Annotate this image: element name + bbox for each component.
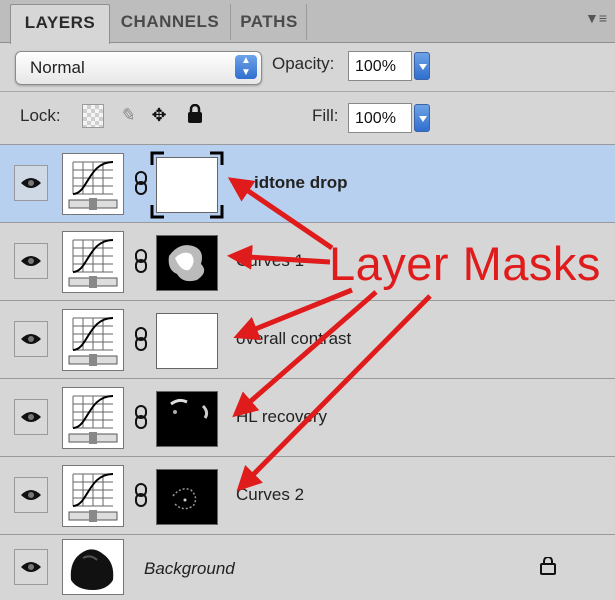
- layer-row-background[interactable]: Background: [0, 534, 615, 600]
- layer-row-hl-recovery[interactable]: HL recovery: [0, 378, 615, 456]
- mask-link-chain-icon[interactable]: [134, 483, 148, 507]
- curves-adjustment-thumbnail-icon[interactable]: [62, 231, 124, 293]
- select-stepper-icon: ▲ ▼: [235, 55, 257, 79]
- tab-channels[interactable]: CHANNELS: [110, 4, 231, 40]
- panel-tab-bar: LAYERS CHANNELS PATHS ▼≡: [0, 0, 615, 44]
- mask-selected-brackets: [150, 151, 224, 219]
- layer-name: Curves 2: [236, 485, 305, 504]
- lock-all-icon[interactable]: [184, 103, 206, 128]
- fill-field[interactable]: 100%: [348, 103, 412, 133]
- lock-transparent-pixels-icon[interactable]: [82, 104, 104, 128]
- lock-position-icon[interactable]: ✥: [148, 104, 170, 128]
- layer-mask-thumbnail[interactable]: [156, 313, 218, 369]
- layer-name: HL recovery: [236, 407, 328, 426]
- layer-row-midtone-drop[interactable]: idtone drop: [0, 144, 615, 222]
- curves-adjustment-thumbnail-icon[interactable]: [62, 309, 124, 371]
- annotation-label: Layer Masks: [329, 237, 601, 290]
- lock-label: Lock:: [20, 106, 61, 125]
- layer-name: Curves 1: [236, 251, 305, 270]
- visibility-eye-icon[interactable]: [14, 549, 48, 585]
- fill-label: Fill:: [312, 106, 339, 125]
- lock-row: Lock: ✎ ✥ Fill: 100%: [0, 91, 615, 144]
- blend-mode-select[interactable]: Normal ▲ ▼: [15, 51, 262, 85]
- layer-row-overall-contrast[interactable]: overall contrast: [0, 300, 615, 378]
- visibility-eye-icon[interactable]: [14, 477, 48, 513]
- layer-mask-thumbnail[interactable]: [156, 469, 218, 525]
- layer-lock-icon: [540, 557, 556, 575]
- visibility-eye-icon[interactable]: [14, 321, 48, 357]
- layer-mask-thumbnail[interactable]: [156, 235, 218, 291]
- mask-link-chain-icon[interactable]: [134, 249, 148, 273]
- tab-paths[interactable]: PATHS: [232, 4, 307, 40]
- visibility-eye-icon[interactable]: [14, 243, 48, 279]
- curves-adjustment-thumbnail-icon[interactable]: [62, 465, 124, 527]
- opacity-label: Opacity:: [272, 54, 335, 73]
- mask-link-chain-icon[interactable]: [134, 327, 148, 351]
- lock-image-pixels-icon[interactable]: ✎: [116, 104, 138, 128]
- layer-name: overall contrast: [236, 329, 352, 348]
- opacity-dropdown-icon[interactable]: [414, 52, 430, 80]
- visibility-eye-icon[interactable]: [14, 165, 48, 201]
- layer-name: idtone drop: [254, 173, 348, 192]
- blend-mode-value: Normal: [30, 58, 85, 77]
- blend-row: Normal ▲ ▼ Opacity: 100%: [0, 43, 615, 91]
- tab-layers[interactable]: LAYERS: [10, 4, 110, 44]
- background-image-thumbnail[interactable]: [62, 539, 124, 595]
- mask-link-chain-icon[interactable]: [134, 405, 148, 429]
- curves-adjustment-thumbnail-icon[interactable]: [62, 153, 124, 215]
- mask-link-chain-icon[interactable]: [134, 171, 148, 195]
- opacity-field[interactable]: 100%: [348, 51, 412, 81]
- visibility-eye-icon[interactable]: [14, 399, 48, 435]
- curves-adjustment-thumbnail-icon[interactable]: [62, 387, 124, 449]
- layer-name: Background: [144, 559, 235, 578]
- layer-mask-thumbnail[interactable]: [156, 391, 218, 447]
- fill-dropdown-icon[interactable]: [414, 104, 430, 132]
- panel-options-icon[interactable]: ▼≡: [585, 10, 607, 26]
- layer-row-curves-2[interactable]: Curves 2: [0, 456, 615, 534]
